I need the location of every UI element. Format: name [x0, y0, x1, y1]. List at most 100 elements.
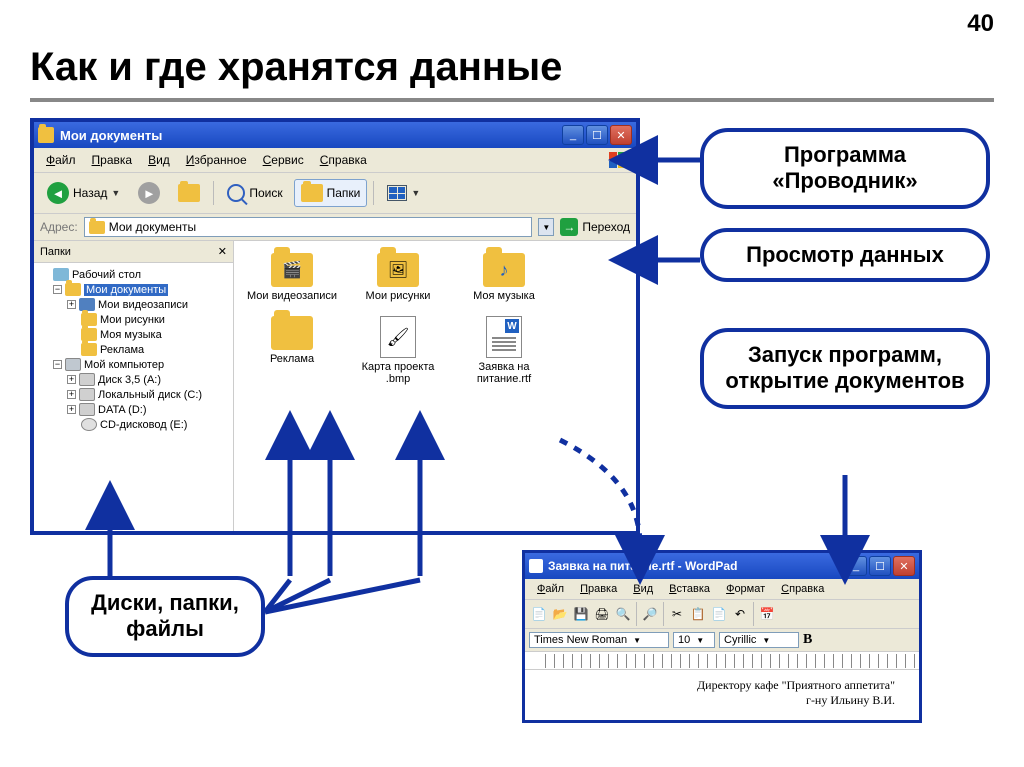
wordpad-icon	[529, 559, 543, 573]
sidebar-close-button[interactable]: ✕	[218, 245, 227, 258]
tree-item[interactable]: +Мои видеозаписи	[36, 297, 231, 312]
bold-button[interactable]: B	[803, 632, 812, 648]
file-item[interactable]: Карта проекта .bmp	[348, 312, 448, 389]
preview-button[interactable]: 🔍	[613, 604, 633, 624]
menu-Файл[interactable]: Файл	[529, 581, 572, 597]
chevron-down-icon: ▼	[633, 636, 641, 645]
tree-label: Локальный диск (C:)	[98, 389, 202, 401]
views-button[interactable]: ▼	[380, 180, 427, 206]
file-label: Мои видеозаписи	[247, 290, 337, 302]
tree-item[interactable]: −Мои документы	[36, 282, 231, 297]
file-item[interactable]: Заявка на питание.rtf	[454, 312, 554, 389]
tree-label: Рабочий стол	[72, 269, 141, 281]
menu-Вид[interactable]: Вид	[625, 581, 661, 597]
tree-item[interactable]: Реклама	[36, 342, 231, 357]
forward-button[interactable]: ►	[131, 177, 167, 209]
address-value: Мои документы	[109, 220, 196, 234]
windows-logo-icon	[602, 150, 632, 170]
up-button[interactable]	[171, 179, 207, 207]
separator	[636, 602, 637, 626]
new-button[interactable]: 📄	[529, 604, 549, 624]
folder-icon	[377, 253, 419, 287]
disk-icon	[79, 388, 95, 401]
expand-icon[interactable]: −	[53, 360, 62, 369]
minimize-button[interactable]: _	[845, 556, 867, 576]
expand-icon[interactable]: −	[53, 285, 62, 294]
menu-Избранное[interactable]: Избранное	[178, 151, 255, 169]
callout-program: Программа «Проводник»	[700, 128, 990, 209]
menu-Вид[interactable]: Вид	[140, 151, 178, 169]
explorer-titlebar[interactable]: Мои документы _ ☐ ✕	[34, 122, 636, 148]
paste-button[interactable]: 📄	[709, 604, 729, 624]
folder-icon	[38, 127, 54, 143]
open-button[interactable]: 📂	[550, 604, 570, 624]
folders-button[interactable]: Папки	[294, 179, 368, 207]
address-bar: Адрес: Мои документы ▼ → Переход	[34, 214, 636, 241]
menu-Файл[interactable]: Файл	[38, 151, 84, 169]
slide-title: Как и где хранятся данные	[30, 45, 562, 90]
folder-icon	[271, 316, 313, 350]
charset-combo[interactable]: Cyrillic▼	[719, 632, 799, 648]
tree-item[interactable]: +DATA (D:)	[36, 402, 231, 417]
minimize-button[interactable]: _	[562, 125, 584, 145]
folder-icon	[81, 343, 97, 356]
save-button[interactable]: 💾	[571, 604, 591, 624]
go-label: Переход	[582, 220, 630, 234]
tree-label: Мой компьютер	[84, 359, 164, 371]
menu-Справка[interactable]: Справка	[773, 581, 832, 597]
address-dropdown[interactable]: ▼	[538, 218, 554, 236]
menu-Справка[interactable]: Справка	[312, 151, 375, 169]
ruler[interactable]	[525, 652, 919, 670]
ruler-ticks	[545, 654, 915, 668]
date-button[interactable]: 📅	[757, 604, 777, 624]
tree-item[interactable]: − Мой компьютер	[36, 357, 231, 372]
close-button[interactable]: ✕	[610, 125, 632, 145]
bmp-icon	[380, 316, 416, 358]
maximize-button[interactable]: ☐	[586, 125, 608, 145]
file-item[interactable]: Моя музыка	[454, 249, 554, 306]
tree-item[interactable]: Моя музыка	[36, 327, 231, 342]
find-button[interactable]: 🔎	[640, 604, 660, 624]
tree-item[interactable]: + Локальный диск (C:)	[36, 387, 231, 402]
go-button[interactable]: → Переход	[560, 218, 630, 236]
tree-item[interactable]: Рабочий стол	[36, 267, 231, 282]
menu-Правка[interactable]: Правка	[84, 151, 141, 169]
chevron-down-icon: ▼	[696, 636, 704, 645]
menu-Правка[interactable]: Правка	[572, 581, 625, 597]
maximize-button[interactable]: ☐	[869, 556, 891, 576]
print-button[interactable]: 🖨	[592, 604, 612, 624]
tree-item[interactable]: +Диск 3,5 (A:)	[36, 372, 231, 387]
tree-item[interactable]: CD-дисковод (E:)	[36, 417, 231, 432]
file-item[interactable]: Мои рисунки	[348, 249, 448, 306]
disk-icon	[79, 403, 95, 416]
back-button[interactable]: ◄ Назад ▼	[40, 177, 127, 209]
size-combo[interactable]: 10▼	[673, 632, 715, 648]
menu-Вставка[interactable]: Вставка	[661, 581, 718, 597]
expand-icon[interactable]: +	[67, 390, 76, 399]
file-item[interactable]: Мои видеозаписи	[242, 249, 342, 306]
menu-Сервис[interactable]: Сервис	[255, 151, 312, 169]
menu-Формат[interactable]: Формат	[718, 581, 773, 597]
folder-icon	[483, 253, 525, 287]
font-combo[interactable]: Times New Roman▼	[529, 632, 669, 648]
search-button[interactable]: Поиск	[220, 179, 289, 207]
expand-icon[interactable]: +	[67, 300, 76, 309]
close-button[interactable]: ✕	[893, 556, 915, 576]
doc-line-2: г-ну Ильину В.И.	[549, 693, 895, 708]
forward-icon: ►	[138, 182, 160, 204]
folders-sidebar: Папки ✕ Рабочий стол−Мои документы+Мои в…	[34, 241, 234, 531]
copy-button[interactable]: 📋	[688, 604, 708, 624]
file-item[interactable]: Реклама	[242, 312, 342, 389]
expand-icon[interactable]: +	[67, 375, 76, 384]
undo-button[interactable]: ↶	[730, 604, 750, 624]
expand-icon[interactable]: +	[67, 405, 76, 414]
callout-view: Просмотр данных	[700, 228, 990, 282]
wordpad-titlebar[interactable]: Заявка на питание.rtf - WordPad _ ☐ ✕	[525, 553, 919, 579]
content-pane[interactable]: Мои видеозаписи Мои рисункиМоя музыка Рекл…	[234, 241, 636, 531]
tree-item[interactable]: Мои рисунки	[36, 312, 231, 327]
callout-disks: Диски, папки, файлы	[65, 576, 265, 657]
address-input[interactable]: Мои документы	[84, 217, 533, 237]
cut-button[interactable]: ✂	[667, 604, 687, 624]
disk-icon	[79, 373, 95, 386]
document-area[interactable]: Директору кафе "Приятного аппетита" г-ну…	[525, 670, 919, 720]
